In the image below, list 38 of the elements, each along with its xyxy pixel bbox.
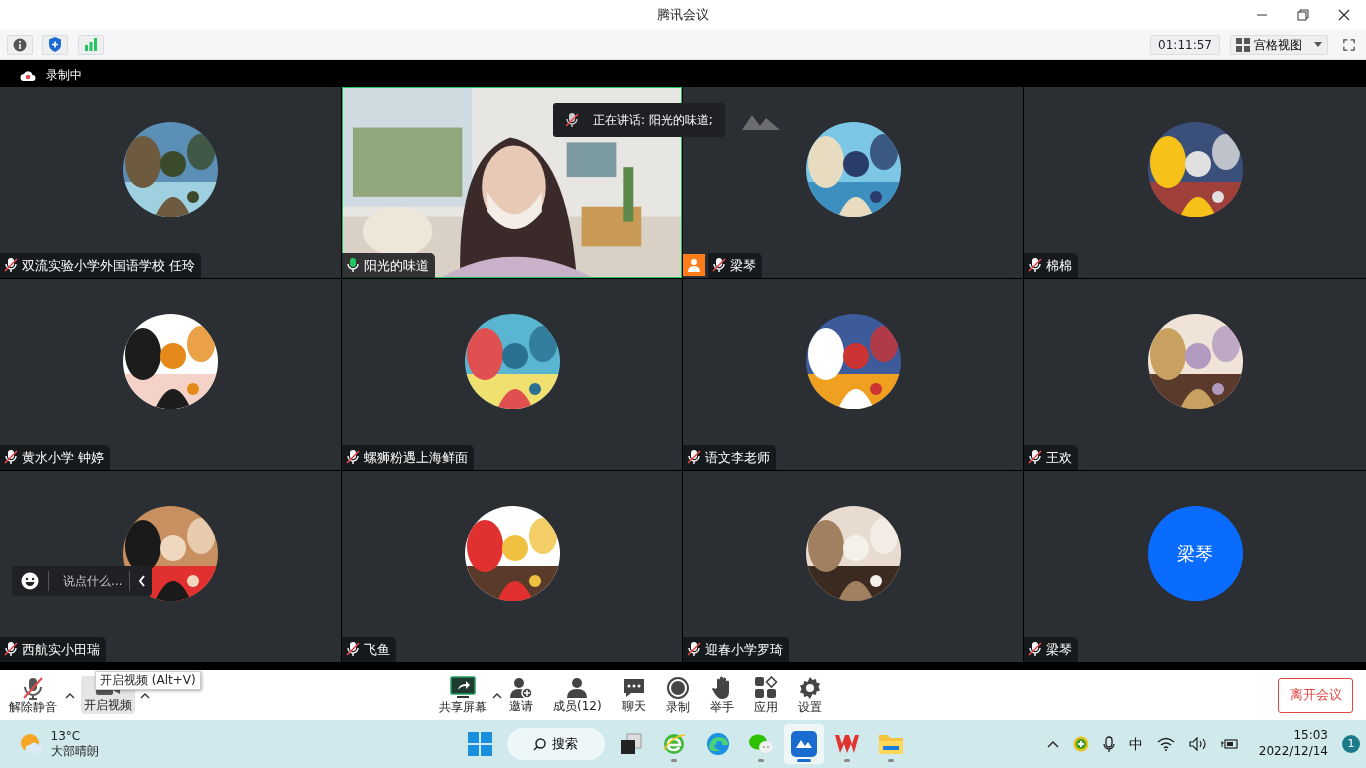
participant-name: 黄水小学 钟婷	[22, 448, 105, 467]
clock-time[interactable]: 15:03	[1293, 728, 1328, 744]
speaking-text: 正在讲话: 阳光的味道;	[593, 112, 713, 129]
temperature: 13°C	[50, 729, 82, 744]
recording-status: 录制中	[46, 67, 82, 84]
search-button[interactable]: 搜索	[506, 728, 605, 760]
participant-name: 语文李老师	[705, 448, 770, 467]
toolbar-button[interactable]: 录制	[662, 673, 693, 717]
toolbar-button[interactable]: 邀请	[506, 674, 536, 716]
weather-text: 大部晴朗	[50, 744, 99, 759]
participant-name: 棉棉	[1046, 256, 1072, 275]
participant-name: 王欢	[1046, 448, 1072, 467]
participant-name: 螺狮粉遇上海鲜面	[364, 448, 468, 467]
chat-field[interactable]: 说点什么...	[12, 566, 152, 596]
participant-name: 梁琴	[1046, 640, 1072, 659]
participant-name: 梁琴	[730, 256, 756, 275]
participant-name: 双流实验小学外国语学校 任玲	[22, 256, 196, 275]
toolbar-button[interactable]: 聊天	[618, 674, 649, 716]
notification-count[interactable]: 1	[1342, 735, 1360, 753]
toolbar-button[interactable]: 应用	[750, 673, 781, 717]
toolbar-button[interactable]: 解除静音	[6, 673, 60, 717]
view-dropdown[interactable]: 宫格视图	[1229, 34, 1328, 55]
toolbar-button[interactable]: 举手	[706, 673, 737, 717]
leave-meeting-button[interactable]: 离开会议	[1278, 677, 1353, 713]
toolbar-button[interactable]: 设置	[794, 673, 825, 717]
participant-name: 西航实小田瑞	[22, 640, 100, 659]
tooltip: 开启视频 (Alt+V)	[95, 671, 201, 690]
participant-name: 飞鱼	[364, 640, 390, 659]
chat-input[interactable]: 说点什么...	[57, 572, 129, 590]
participant-name: 迎春小学罗琦	[705, 640, 783, 659]
participant-name: 阳光的味道	[364, 256, 429, 275]
clock-date[interactable]: 2022/12/14	[1258, 744, 1328, 760]
avatar: 梁琴	[1147, 506, 1243, 601]
input-method[interactable]: 中	[1128, 733, 1143, 755]
toolbar-button[interactable]: 成员(12)	[550, 674, 605, 716]
meeting-timer: 01:11:57	[1150, 34, 1220, 55]
toolbar-button[interactable]: 共享屏幕	[436, 673, 490, 717]
window-title: 腾讯会议	[657, 6, 709, 25]
